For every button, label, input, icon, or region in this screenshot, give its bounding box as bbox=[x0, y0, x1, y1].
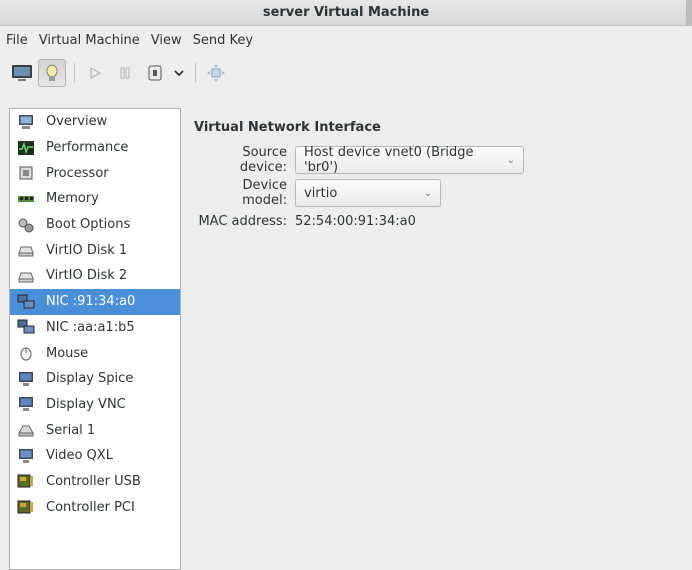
shutdown-button[interactable] bbox=[141, 59, 169, 87]
display-icon bbox=[17, 396, 35, 412]
sidebar-item-label: Processor bbox=[46, 165, 109, 181]
sidebar-item[interactable]: Display Spice bbox=[10, 366, 180, 392]
sidebar-item[interactable]: Serial 1 bbox=[10, 417, 180, 443]
sidebar-item[interactable]: VirtIO Disk 2 bbox=[10, 263, 180, 289]
sidebar-item-label: VirtIO Disk 2 bbox=[46, 268, 128, 284]
sidebar-item[interactable]: Boot Options bbox=[10, 212, 180, 238]
pause-button[interactable] bbox=[111, 59, 139, 87]
mac-address-row: MAC address: 52:54:00:91:34:a0 bbox=[194, 214, 416, 229]
controller-icon bbox=[17, 499, 35, 515]
chevron-down-icon: ⌄ bbox=[506, 154, 515, 166]
fullscreen-button[interactable] bbox=[202, 59, 230, 87]
controller-icon bbox=[17, 473, 35, 489]
toolbar-separator bbox=[74, 63, 75, 83]
toolbar bbox=[0, 56, 692, 90]
sidebar-item[interactable]: Performance bbox=[10, 135, 180, 161]
source-device-row: Source device: Host device vnet0 (Bridge… bbox=[194, 145, 524, 175]
sidebar-item[interactable]: Controller USB bbox=[10, 469, 180, 495]
processor-icon bbox=[17, 165, 35, 181]
chevron-down-icon bbox=[174, 70, 184, 77]
nic-icon bbox=[17, 319, 35, 335]
source-device-value: Host device vnet0 (Bridge 'br0') bbox=[304, 145, 474, 175]
console-button[interactable] bbox=[8, 59, 36, 87]
menu-virtual-machine[interactable]: Virtual Machine bbox=[39, 33, 140, 48]
sidebar-item[interactable]: Controller PCI bbox=[10, 494, 180, 520]
run-icon bbox=[90, 66, 102, 80]
source-device-select[interactable]: Host device vnet0 (Bridge 'br0') ⌄ bbox=[295, 145, 524, 175]
sidebar-item[interactable]: VirtIO Disk 1 bbox=[10, 237, 180, 263]
mac-address-label: MAC address: bbox=[198, 214, 287, 229]
sidebar-item-label: Boot Options bbox=[46, 217, 131, 233]
sidebar-item-label: VirtIO Disk 1 bbox=[46, 242, 128, 258]
video-icon bbox=[17, 448, 35, 464]
pause-icon bbox=[120, 67, 130, 79]
fullscreen-icon bbox=[207, 64, 225, 82]
performance-icon bbox=[17, 140, 35, 156]
section-title: Virtual Network Interface bbox=[194, 120, 381, 135]
console-icon bbox=[12, 65, 32, 81]
sidebar-item-label: NIC :91:34:a0 bbox=[46, 294, 136, 310]
toolbar-separator bbox=[195, 63, 196, 83]
device-model-select[interactable]: virtio ⌄ bbox=[295, 179, 441, 207]
nic-icon bbox=[17, 294, 35, 310]
mouse-icon bbox=[17, 345, 35, 361]
sidebar-item[interactable]: NIC :91:34:a0 bbox=[10, 288, 180, 315]
sidebar-item[interactable]: Video QXL bbox=[10, 443, 180, 469]
menu-file[interactable]: File bbox=[6, 33, 28, 48]
sidebar-item-label: Video QXL bbox=[46, 448, 113, 464]
sidebar-item-label: Controller USB bbox=[46, 473, 141, 489]
menu-send-key[interactable]: Send Key bbox=[193, 33, 253, 48]
menu-bar: File Virtual Machine View Send Key bbox=[0, 27, 692, 53]
memory-icon bbox=[17, 191, 35, 207]
shutdown-menu-button[interactable] bbox=[171, 59, 187, 87]
sidebar-item-label: Performance bbox=[46, 140, 129, 156]
sidebar-item[interactable]: NIC :aa:a1:b5 bbox=[10, 315, 180, 341]
disk-icon bbox=[17, 268, 35, 284]
shutdown-icon bbox=[148, 65, 162, 81]
sidebar-item-label: Overview bbox=[46, 114, 108, 130]
device-model-row: Device model: virtio ⌄ bbox=[194, 178, 441, 208]
hardware-list: Overview Performance Processor Memory Boot O… bbox=[9, 108, 181, 570]
sidebar-item-label: Display VNC bbox=[46, 396, 126, 412]
details-icon bbox=[46, 64, 58, 81]
sidebar-item-label: Memory bbox=[46, 191, 99, 207]
sidebar-item[interactable]: Memory bbox=[10, 186, 180, 212]
device-model-value: virtio bbox=[304, 185, 338, 201]
sidebar-item[interactable]: Overview bbox=[10, 109, 180, 135]
sidebar-item[interactable]: Processor bbox=[10, 160, 180, 186]
display-icon bbox=[17, 371, 35, 387]
overview-icon bbox=[17, 114, 35, 130]
serial-icon bbox=[17, 422, 35, 438]
chevron-down-icon: ⌄ bbox=[423, 187, 432, 199]
sidebar-item[interactable]: Mouse bbox=[10, 340, 180, 366]
mac-address-value: 52:54:00:91:34:a0 bbox=[295, 214, 416, 229]
disk-icon bbox=[17, 242, 35, 258]
sidebar-item-label: NIC :aa:a1:b5 bbox=[46, 319, 135, 335]
window-title: server Virtual Machine bbox=[262, 5, 430, 20]
menu-view[interactable]: View bbox=[151, 33, 182, 48]
sidebar-item-label: Controller PCI bbox=[46, 499, 135, 515]
sidebar-item-label: Serial 1 bbox=[46, 422, 96, 438]
sidebar-item-label: Display Spice bbox=[46, 371, 134, 387]
titlebar-corner bbox=[686, 0, 692, 26]
boot-options-icon bbox=[17, 217, 35, 233]
run-button[interactable] bbox=[81, 59, 109, 87]
device-model-label: Device model: bbox=[242, 178, 287, 208]
window-titlebar: server Virtual Machine bbox=[0, 0, 692, 26]
source-device-label: Source device: bbox=[239, 145, 287, 175]
details-button[interactable] bbox=[38, 59, 66, 87]
details-pane: Virtual Network Interface bbox=[194, 120, 381, 135]
sidebar-item-label: Mouse bbox=[46, 345, 89, 361]
sidebar-item[interactable]: Display VNC bbox=[10, 392, 180, 418]
